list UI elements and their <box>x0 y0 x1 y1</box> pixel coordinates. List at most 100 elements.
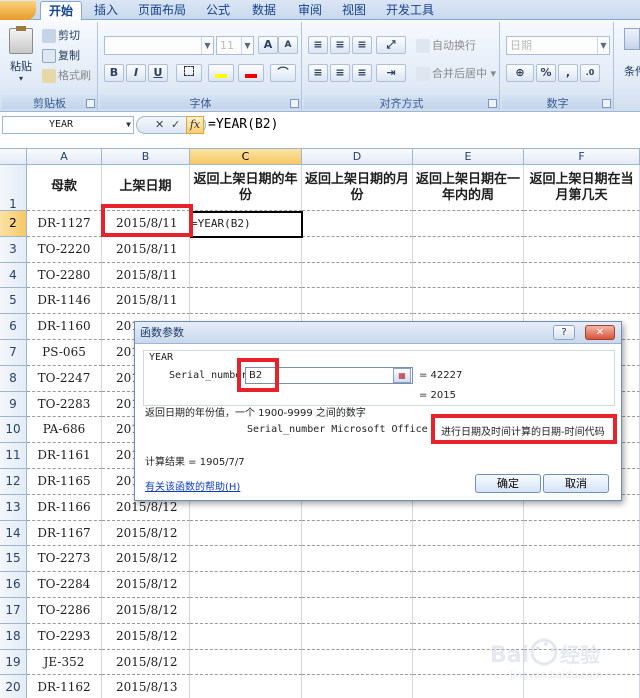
data-cell[interactable]: PS-065 <box>27 340 102 366</box>
data-cell[interactable]: DR-1127 <box>27 211 102 237</box>
row-header[interactable]: 7 <box>0 340 27 366</box>
align-right-button[interactable]: ≡ <box>352 64 372 82</box>
dialog-close-button[interactable]: ✕ <box>585 325 615 340</box>
border-button[interactable] <box>176 64 202 82</box>
align-top-button[interactable]: ≡ <box>308 36 328 54</box>
data-cell[interactable]: TO-2220 <box>27 236 102 263</box>
data-cell[interactable]: 2015/8/12 <box>102 546 190 573</box>
copy-button[interactable]: 复制 <box>42 46 80 66</box>
data-cell[interactable] <box>302 520 413 547</box>
data-cell[interactable] <box>524 572 640 598</box>
data-cell[interactable] <box>524 520 640 547</box>
data-cell[interactable] <box>413 598 524 624</box>
data-cell[interactable] <box>524 236 640 263</box>
data-cell[interactable]: 2015/8/11 <box>102 236 190 263</box>
data-cell[interactable] <box>302 546 413 573</box>
row-header[interactable]: 20 <box>0 675 27 698</box>
row-header[interactable]: 8 <box>0 365 27 392</box>
shrink-font-button[interactable]: A <box>278 36 298 54</box>
tab-home[interactable]: 开始 <box>40 1 82 20</box>
comma-button[interactable]: , <box>558 64 578 82</box>
header-cell[interactable]: 返回上架日期在一年内的周 <box>413 165 524 211</box>
data-cell[interactable] <box>413 236 524 263</box>
cut-button[interactable]: 剪切 <box>42 26 80 46</box>
tab-review[interactable]: 审阅 <box>292 1 328 20</box>
data-cell[interactable] <box>190 262 302 289</box>
data-cell[interactable] <box>302 675 413 698</box>
data-cell[interactable]: 2015/8/12 <box>102 598 190 624</box>
row-header[interactable]: 2 <box>0 211 27 237</box>
data-cell[interactable] <box>302 211 413 237</box>
alignment-launcher[interactable] <box>488 99 497 108</box>
data-cell[interactable]: DR-1165 <box>27 469 102 495</box>
tab-formulas[interactable]: 公式 <box>200 1 236 20</box>
row-header[interactable]: 10 <box>0 417 27 444</box>
data-cell[interactable] <box>302 236 413 263</box>
row-header[interactable]: 11 <box>0 443 27 469</box>
header-cell[interactable]: 返回上架日期在当月第几天 <box>524 165 640 211</box>
row-header[interactable]: 15 <box>0 546 27 573</box>
data-cell[interactable] <box>413 211 524 237</box>
data-cell[interactable]: TO-2273 <box>27 546 102 573</box>
clipboard-launcher[interactable] <box>86 99 95 108</box>
column-header-b[interactable]: B <box>102 149 190 165</box>
data-cell[interactable]: 2015/8/11 <box>102 262 190 289</box>
row-header[interactable]: 3 <box>0 236 27 263</box>
align-middle-button[interactable]: ≡ <box>330 36 350 54</box>
data-cell[interactable]: DR-1167 <box>27 520 102 547</box>
data-cell[interactable]: 2015/8/12 <box>102 623 190 650</box>
data-cell[interactable] <box>302 288 413 315</box>
data-cell[interactable] <box>413 520 524 547</box>
data-cell[interactable] <box>524 211 640 237</box>
data-cell[interactable] <box>524 288 640 315</box>
row-header[interactable]: 6 <box>0 314 27 340</box>
row-header[interactable]: 12 <box>0 469 27 495</box>
data-cell[interactable] <box>302 649 413 676</box>
phonetic-button[interactable]: ⌒ <box>270 64 296 82</box>
data-cell[interactable] <box>524 546 640 573</box>
grow-font-button[interactable]: A <box>258 36 278 54</box>
tab-data[interactable]: 数据 <box>246 1 282 20</box>
merge-center-button[interactable]: 合并后居中 ▾ <box>416 64 496 84</box>
number-launcher[interactable] <box>602 99 611 108</box>
data-cell[interactable]: 2015/8/12 <box>102 649 190 676</box>
data-cell[interactable] <box>413 546 524 573</box>
tab-insert[interactable]: 插入 <box>88 1 124 20</box>
column-header-a[interactable]: A <box>27 149 102 165</box>
tab-developer[interactable]: 开发工具 <box>380 1 440 20</box>
data-cell[interactable]: TO-2284 <box>27 572 102 598</box>
data-cell[interactable] <box>190 598 302 624</box>
increase-decimal-button[interactable]: .0 <box>580 64 600 82</box>
range-picker-button[interactable]: ▦ <box>393 368 411 383</box>
font-color-button[interactable] <box>238 64 264 82</box>
enter-formula-button[interactable]: ✓ <box>171 117 180 133</box>
data-cell[interactable]: 2015/8/12 <box>102 520 190 547</box>
data-cell[interactable]: DR-1162 <box>27 675 102 698</box>
row-header[interactable]: 9 <box>0 391 27 418</box>
header-cell[interactable]: 返回上架日期的月份 <box>302 165 413 211</box>
name-box[interactable]: YEAR ▼ <box>2 116 134 134</box>
data-cell[interactable] <box>413 572 524 598</box>
row-header[interactable]: 5 <box>0 288 27 315</box>
font-size-combo[interactable]: 11 ▼ <box>216 36 254 55</box>
fill-color-button[interactable] <box>208 64 234 82</box>
column-header-e[interactable]: E <box>413 149 524 165</box>
data-cell[interactable]: TO-2286 <box>27 598 102 624</box>
select-all-button[interactable] <box>0 149 27 165</box>
number-format-combo[interactable]: 日期 ▼ <box>506 36 610 55</box>
data-cell[interactable] <box>524 598 640 624</box>
function-help-link[interactable]: 有关该函数的帮助(H) <box>145 478 240 493</box>
font-name-combo[interactable]: ▼ <box>104 36 214 55</box>
conditional-format-icon[interactable] <box>624 28 640 50</box>
data-cell[interactable]: 2015/8/11 <box>102 288 190 315</box>
data-cell[interactable] <box>190 236 302 263</box>
wrap-text-button[interactable]: 自动换行 <box>416 36 476 56</box>
data-cell[interactable] <box>190 675 302 698</box>
paste-button[interactable]: 粘贴 ▾ <box>6 26 36 86</box>
tab-view[interactable]: 视图 <box>336 1 372 20</box>
formula-input[interactable]: =YEAR(B2) <box>208 115 278 135</box>
data-cell[interactable] <box>302 598 413 624</box>
insert-function-button[interactable]: fx <box>186 116 204 134</box>
row-header[interactable]: 1 <box>0 165 27 211</box>
column-header-c[interactable]: C <box>190 149 302 165</box>
